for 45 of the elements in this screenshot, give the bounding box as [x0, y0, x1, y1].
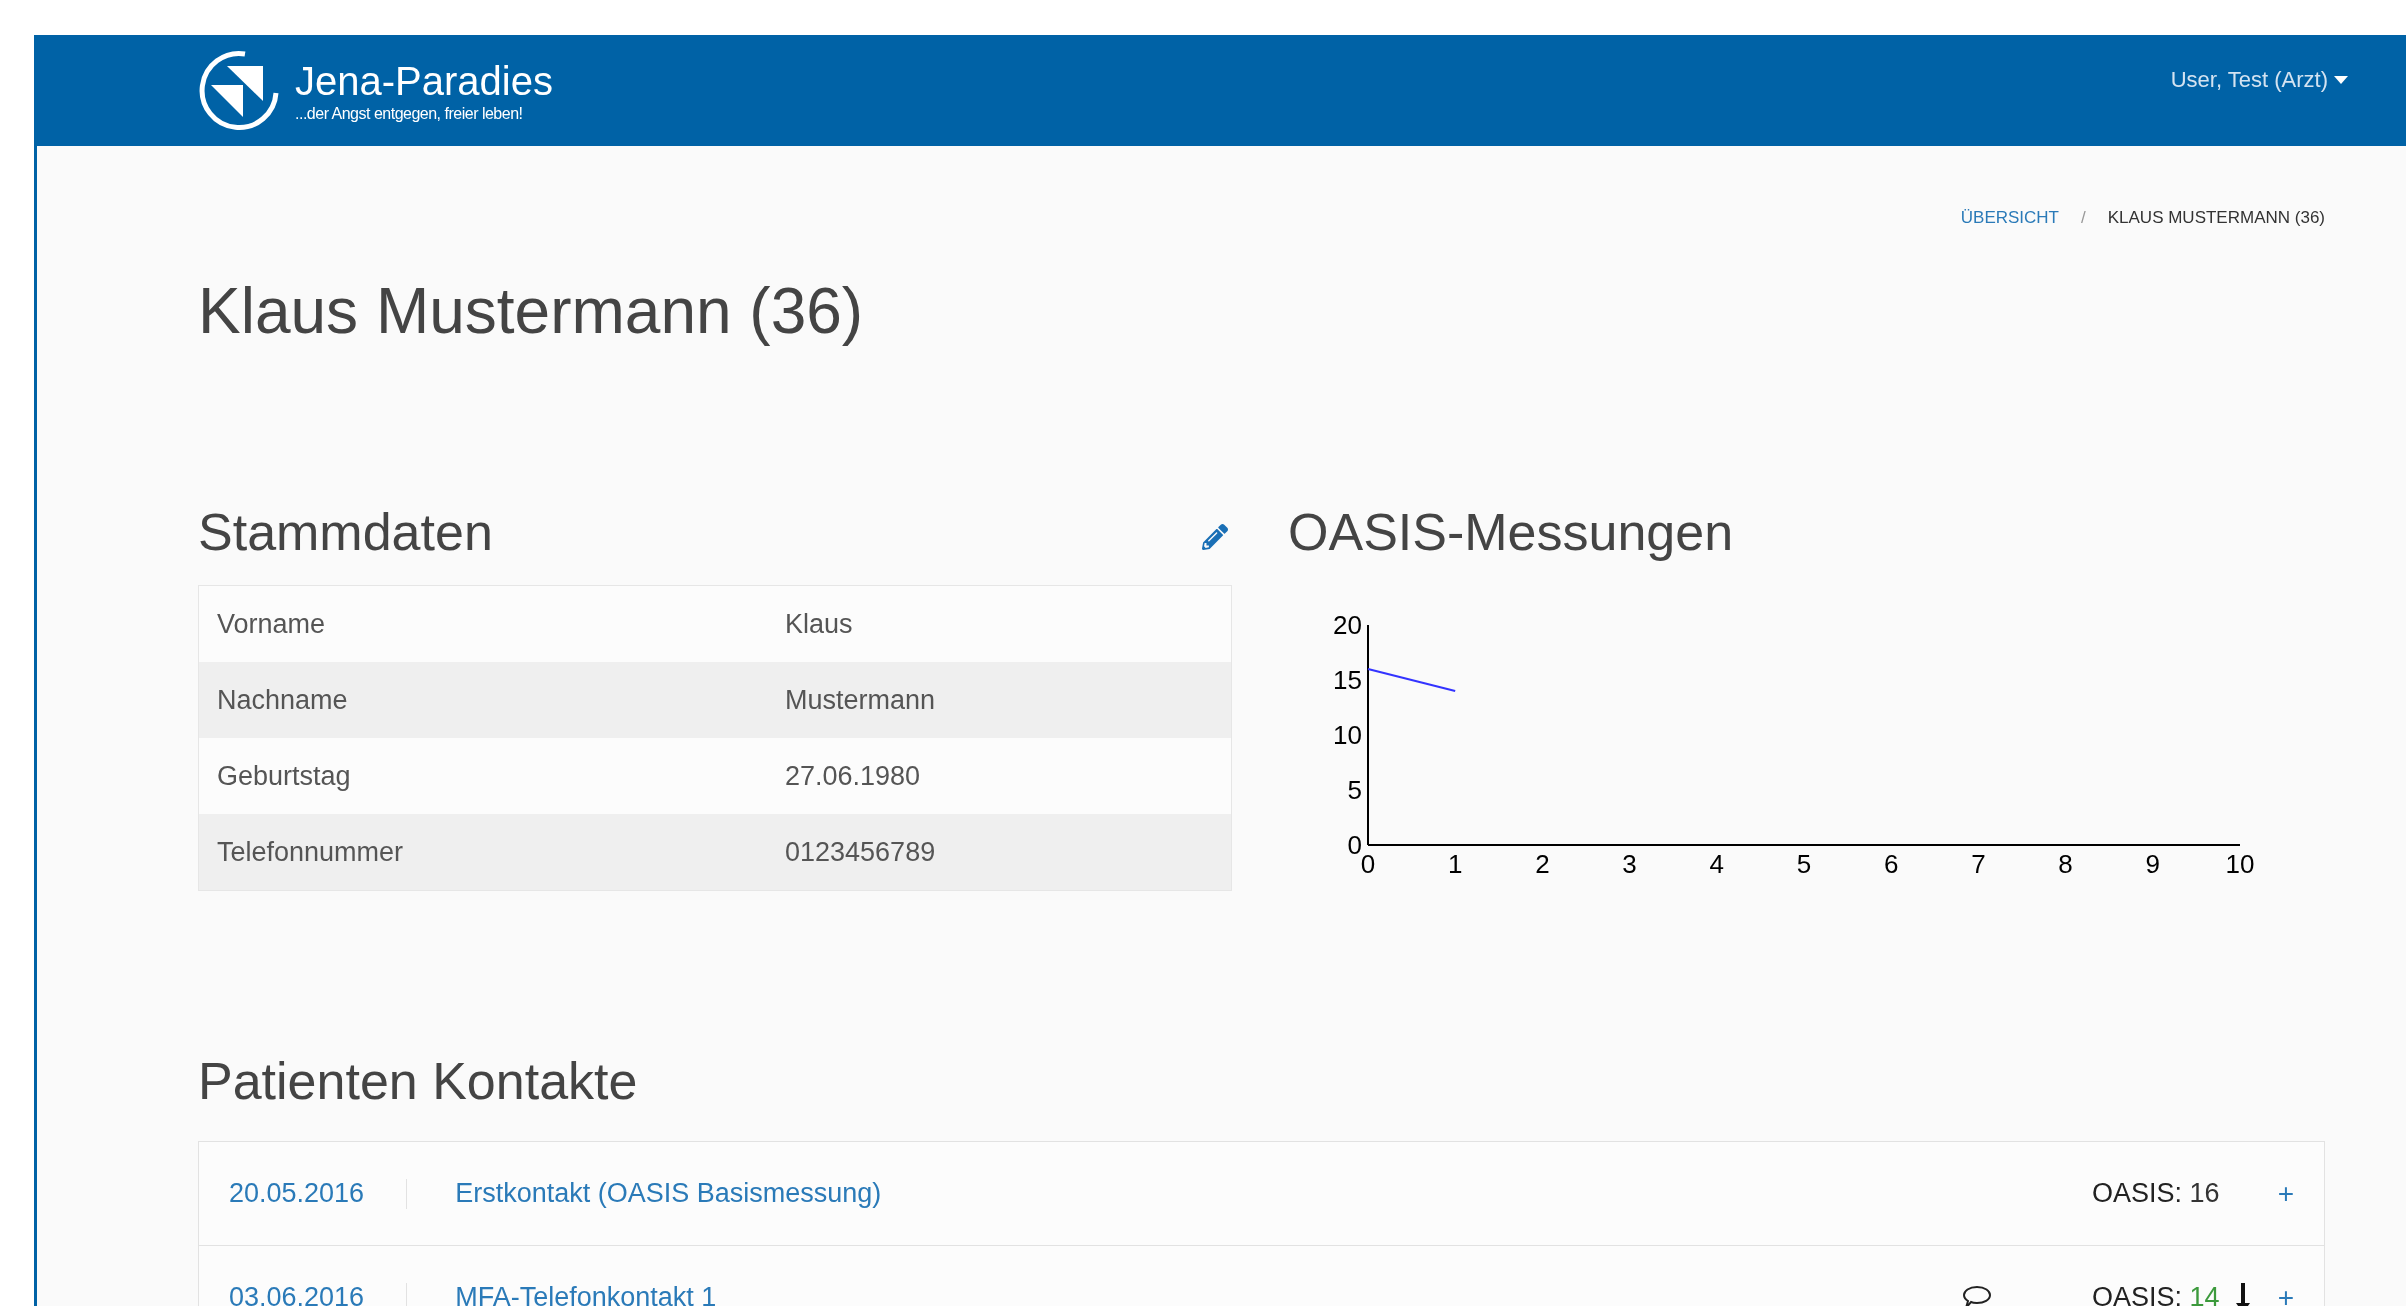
y-tick-label: 5 — [1347, 775, 1362, 805]
breadcrumb-separator: / — [2081, 208, 2086, 228]
x-tick-label: 3 — [1622, 849, 1637, 879]
add-button[interactable]: + — [2277, 1281, 2294, 1306]
oasis-score: OASIS: 14 — [2092, 1282, 2220, 1306]
contact-link[interactable]: Erstkontakt (OASIS Basismessung) — [455, 1178, 2093, 1209]
x-tick-label: 9 — [2145, 849, 2161, 879]
add-button[interactable]: + — [2277, 1177, 2294, 1210]
section-title: Stammdaten — [198, 502, 493, 562]
x-tick-label: 7 — [1971, 849, 1986, 879]
edit-icon[interactable] — [1202, 524, 1228, 550]
x-tick-label: 5 — [1796, 849, 1812, 879]
x-tick-label: 1 — [1447, 849, 1463, 879]
comment-icon[interactable] — [1962, 1284, 1993, 1306]
x-tick-label: 4 — [1709, 849, 1725, 879]
date-link[interactable]: 20.05.2016 — [229, 1178, 365, 1209]
table-cell-text: Mustermann — [784, 684, 937, 716]
table-cell-text: Klaus — [784, 608, 854, 640]
section-title: Patienten Kontakte — [198, 1051, 639, 1111]
date-link[interactable]: 03.06.2016 — [229, 1282, 365, 1306]
table-cell-text: Telefonnummer — [216, 836, 405, 868]
x-tick-label: 2 — [1535, 849, 1550, 879]
breadcrumb-link[interactable]: ÜBERSICHT — [1960, 208, 2059, 228]
page-title: Klaus Mustermann (36) — [198, 274, 865, 349]
table-cell-text: Geburtstag — [216, 760, 352, 792]
section-title: OASIS-Messungen — [1288, 502, 1734, 562]
oasis-score: OASIS: 16 — [2092, 1178, 2220, 1209]
logo-icon — [197, 48, 281, 133]
x-tick-label: 6 — [1883, 849, 1899, 879]
table-cell-text: Vorname — [216, 608, 327, 640]
breadcrumb-current: KLAUS MUSTERMANN (36) — [2107, 208, 2325, 228]
caret-icon — [2334, 75, 2348, 84]
table-cell-text: 0123456789 — [784, 836, 937, 868]
brand-tagline: ...der Angst entgegen, freier leben! — [295, 104, 524, 123]
y-tick-label: 10 — [1333, 720, 1362, 750]
x-tick-label: 10 — [2225, 849, 2255, 879]
x-tick-label: 8 — [2058, 849, 2073, 879]
y-tick-label: 0 — [1347, 830, 1362, 860]
brand-name: Jena-Paradies — [295, 58, 553, 103]
table-cell-text: 27.06.1980 — [784, 760, 922, 792]
y-tick-label: 20 — [1333, 610, 1362, 640]
y-tick-label: 15 — [1333, 665, 1362, 695]
table-cell-text: Nachname — [216, 684, 349, 716]
user-menu[interactable]: User, Test (Arzt) — [2170, 66, 2348, 93]
contact-link[interactable]: MFA-Telefonkontakt 1 — [455, 1282, 1963, 1306]
